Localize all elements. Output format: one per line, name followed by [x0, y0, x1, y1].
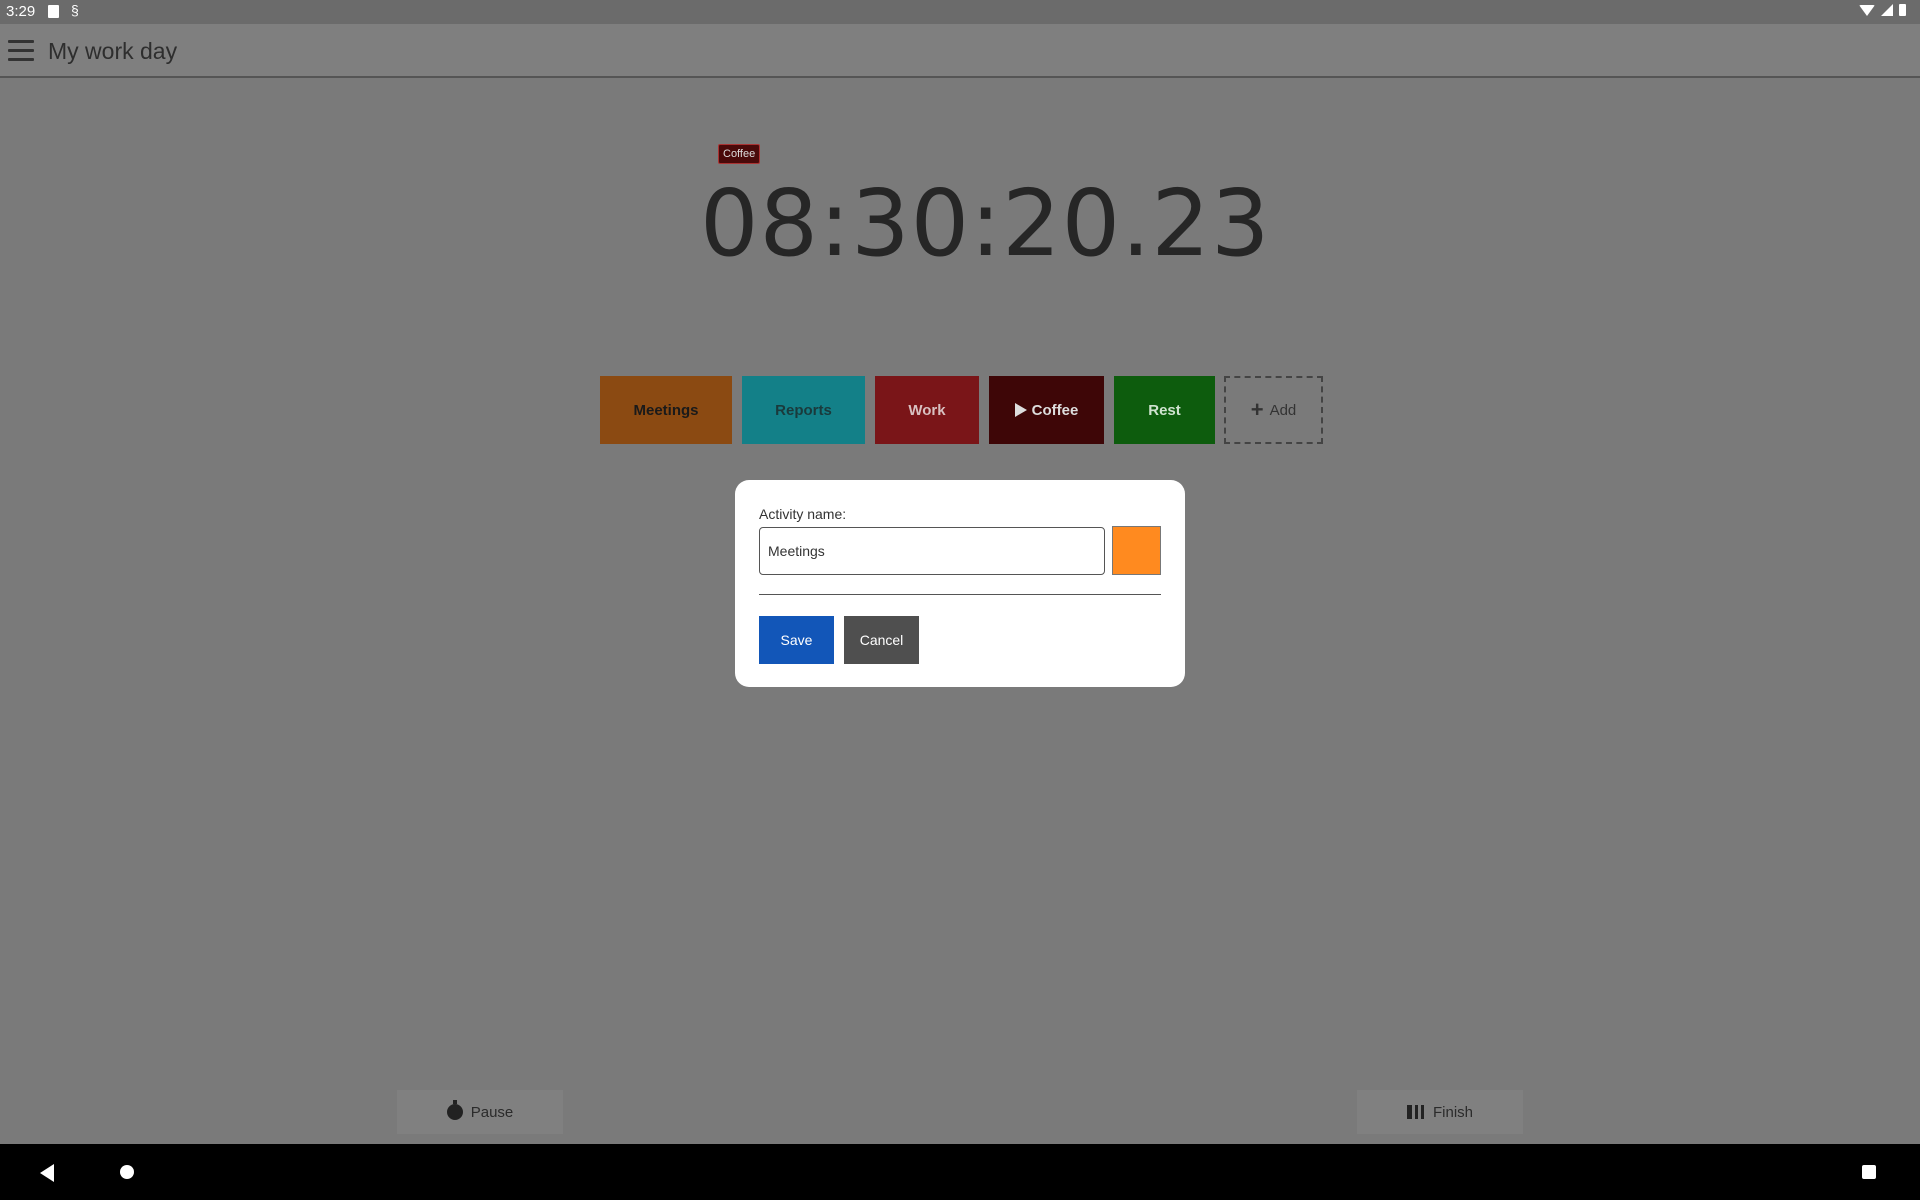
save-button[interactable]: Save	[759, 616, 834, 664]
app-bar: My work day	[0, 24, 1920, 78]
activity-button-reports[interactable]: Reports	[742, 376, 865, 444]
recent-apps-icon[interactable]	[1862, 1165, 1876, 1179]
pause-label: Pause	[470, 1103, 514, 1121]
signal-icon	[1881, 4, 1893, 16]
status-bar: 3:29 §	[0, 0, 1920, 24]
stopwatch-icon	[446, 1100, 463, 1120]
battery-icon	[1899, 4, 1906, 16]
navigation-bar	[0, 1144, 1920, 1200]
wifi-icon	[1859, 4, 1875, 16]
cancel-button[interactable]: Cancel	[844, 616, 919, 664]
page-title: My work day	[48, 38, 178, 64]
activity-label: Meetings	[633, 401, 699, 419]
activity-label: Coffee	[1031, 401, 1079, 419]
play-icon	[1014, 403, 1027, 417]
activity-button-rest[interactable]: Rest	[1114, 376, 1215, 444]
sd-card-icon	[48, 5, 59, 18]
home-icon[interactable]	[120, 1165, 134, 1179]
checkered-flag-icon	[1406, 1105, 1425, 1119]
activity-button-coffee[interactable]: Coffee	[989, 376, 1104, 444]
add-label: Add	[1269, 401, 1297, 419]
edit-activity-dialog: Activity name: Save Cancel	[735, 480, 1185, 687]
elapsed-timer: 08:30:20.23	[700, 170, 1271, 277]
activity-name-label: Activity name:	[759, 506, 847, 522]
activity-button-work[interactable]: Work	[875, 376, 979, 444]
finish-label: Finish	[1432, 1103, 1473, 1121]
status-icons	[1859, 4, 1906, 16]
activity-label: Reports	[775, 401, 832, 419]
current-activity-badge: Coffee	[718, 144, 761, 164]
activity-label: Rest	[1148, 401, 1181, 419]
sync-icon: §	[71, 2, 79, 18]
menu-icon[interactable]	[8, 40, 34, 62]
divider	[759, 594, 1161, 595]
color-picker-swatch[interactable]	[1112, 526, 1161, 575]
finish-button[interactable]: Finish	[1357, 1090, 1523, 1134]
activity-name-input[interactable]	[759, 527, 1105, 575]
status-time: 3:29	[6, 3, 36, 20]
pause-button[interactable]: Pause	[397, 1090, 563, 1134]
back-icon[interactable]	[40, 1164, 54, 1182]
activity-button-meetings[interactable]: Meetings	[600, 376, 732, 444]
plus-icon: +	[1250, 397, 1264, 422]
activity-label: Work	[908, 401, 946, 419]
add-activity-button[interactable]: + Add	[1224, 376, 1323, 444]
